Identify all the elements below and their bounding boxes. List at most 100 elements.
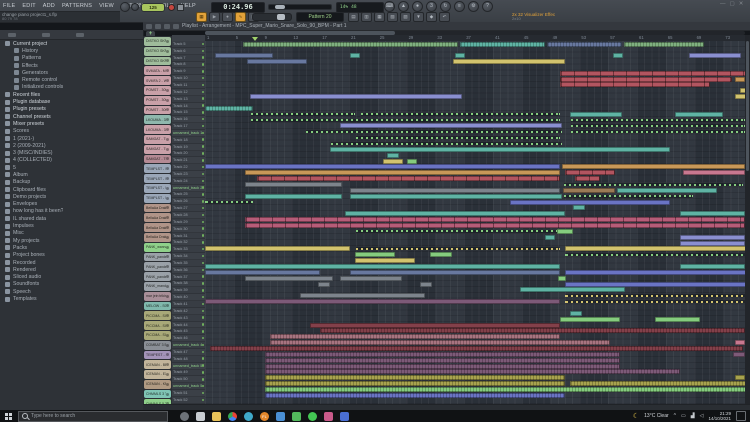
clip[interactable]: Mario 90 2 - Snare Solo 45 2 - Part 2	[560, 71, 745, 76]
clip[interactable]: Pattern: Ben Solo	[520, 287, 625, 292]
track-row[interactable]: Track 34	[172, 253, 205, 260]
clip[interactable]	[563, 188, 615, 193]
song-mode-toggle[interactable]: ▶	[209, 12, 220, 22]
vertical-scrollbar-thumb[interactable]	[746, 41, 749, 171]
clip[interactable]	[563, 194, 693, 199]
clip[interactable]	[250, 112, 355, 117]
volume-icon[interactable]: ◁	[700, 413, 704, 419]
clip[interactable]	[573, 205, 585, 210]
playlist-grid[interactable]: MPC_Super_Mario_Snare_Solo_90_BPMMPC_MAR…	[205, 41, 745, 404]
browser-sound-icon[interactable]	[76, 33, 84, 37]
picker-chip[interactable]: PANK_mandela_w	[144, 282, 171, 291]
clip[interactable]: ICEMAN - SUPER EDITS (EXT + CUT + DMGBOX…	[265, 387, 745, 392]
browser-item[interactable]: Project bones	[0, 252, 143, 259]
chip-mute-icon[interactable]	[166, 99, 169, 102]
chip-mute-icon[interactable]	[166, 324, 169, 327]
clip[interactable]	[305, 129, 562, 134]
menu-edit[interactable]: EDIT	[21, 3, 36, 9]
chip-mute-icon[interactable]	[166, 206, 169, 209]
picker-chip[interactable]: TEMPLST - SMOKE	[144, 164, 171, 173]
chip-mute-icon[interactable]	[166, 167, 169, 170]
browser-item[interactable]: Backup	[0, 179, 143, 186]
track-row[interactable]: Track 13	[172, 96, 205, 103]
clip[interactable]: COMBAT - 2006 Edition	[310, 323, 560, 328]
maximize-button[interactable]: ▢	[730, 1, 735, 7]
clip[interactable]	[735, 375, 745, 380]
master-pitch-knob[interactable]	[131, 3, 139, 11]
track-row[interactable]: Track 27	[172, 205, 205, 212]
track-row[interactable]: unnamed_track 51	[172, 363, 205, 370]
track-row[interactable]: Track 31	[172, 233, 205, 240]
android-icon[interactable]	[292, 412, 301, 421]
record-toggle[interactable]: ●	[222, 12, 233, 22]
clip[interactable]	[360, 112, 560, 117]
picker-chip[interactable]: SVMFA 2 - WTS	[144, 76, 171, 85]
menu-patterns[interactable]: PATTERNS	[61, 3, 93, 9]
track-row[interactable]: unnamed_track 54 (2)	[172, 383, 205, 390]
browser-item[interactable]: Channel presets	[0, 113, 143, 120]
clip[interactable]: Pattern 34	[683, 170, 745, 175]
clip[interactable]	[350, 188, 560, 193]
clip[interactable]: Best of 90 BPM Snares	[205, 246, 350, 251]
picker-chip[interactable]: DISTKO SKPS - WT 3	[144, 57, 171, 66]
cortana-icon[interactable]	[180, 412, 189, 421]
playlist-icon[interactable]: ▤	[348, 12, 359, 22]
track-row[interactable]: Track 6	[172, 48, 205, 55]
track-row[interactable]: Track 10	[172, 75, 205, 82]
browser-collapse-icon[interactable]	[8, 33, 16, 37]
pattern-selector[interactable]: Pattern 20	[296, 12, 344, 22]
track-row[interactable]: unnamed_track 48 (2)	[172, 342, 205, 349]
paint-icon[interactable]	[324, 412, 333, 421]
clip[interactable]: Pattern 8 - Snare tease	[453, 59, 565, 64]
playlist-menu-icon[interactable]	[146, 24, 152, 29]
track-row[interactable]: Track 35	[172, 260, 205, 267]
start-button[interactable]	[5, 413, 12, 420]
picker-chip[interactable]: BellaAa Drake 4 HYM	[144, 223, 171, 232]
clip[interactable]: COMBAT - COMBINED EDIT OF SNARE (EXT + L…	[320, 328, 745, 333]
picker-chip[interactable]: CHMMLS 3 TPK	[144, 390, 171, 399]
track-row[interactable]: Track 50	[172, 376, 205, 383]
track-row[interactable]: Track 45	[172, 328, 205, 335]
clip[interactable]: Pattern 5 - M2	[689, 53, 741, 58]
song-position-thumb[interactable]	[275, 5, 285, 9]
chip-mute-icon[interactable]	[166, 108, 169, 111]
clip[interactable]: Pattern 15	[245, 276, 333, 281]
draw-tool-icon[interactable]	[155, 24, 161, 29]
help-icon[interactable]: ?	[482, 1, 493, 12]
clip[interactable]: Pattern 20	[675, 112, 723, 117]
track-row[interactable]: unnamed_track 17 (2)	[172, 130, 205, 137]
menu-file[interactable]: FILE	[2, 3, 16, 9]
clip[interactable]: 34	[383, 159, 403, 164]
clip[interactable]: ICEMAN - EXTRA SOLOS 3 (EXT + CUT + DMGB…	[265, 381, 565, 386]
night-light-icon[interactable]: ☾	[633, 412, 639, 421]
chip-mute-icon[interactable]	[166, 246, 169, 249]
browser-item[interactable]: Clipboard files	[0, 186, 143, 193]
clip[interactable]: Pattern 77	[340, 276, 402, 281]
clip[interactable]	[565, 293, 745, 298]
browser-item[interactable]: Rendered	[0, 266, 143, 273]
clip[interactable]: MPC loop 2 (x14)	[257, 176, 560, 181]
clip[interactable]: Pattern 3 - tease	[680, 211, 745, 216]
chip-mute-icon[interactable]	[166, 373, 169, 376]
track-row[interactable]: Track 12	[172, 89, 205, 96]
track-row[interactable]: Track 22	[172, 164, 205, 171]
clip[interactable]: Pattern 2 - Last Jedi tease	[330, 147, 670, 152]
picker-chip[interactable]: POMST - 300 U GAS 3	[144, 106, 171, 115]
clip[interactable]	[545, 235, 555, 240]
browser-item[interactable]: Recorded	[0, 259, 143, 266]
clip[interactable]	[563, 182, 743, 187]
metronome-icon[interactable]: ▲	[398, 1, 409, 12]
clip[interactable]: Pattern 2x Snares 90	[680, 264, 745, 269]
clip[interactable]: Pattern BLK 2 - Part 2 - Korean workout	[340, 123, 562, 128]
track-row[interactable]: Track 41	[172, 301, 205, 308]
track-row[interactable]: Track 20	[172, 151, 205, 158]
clip[interactable]	[570, 381, 745, 386]
browser-item[interactable]: Patterns	[0, 55, 143, 62]
browser-item[interactable]: 3 (MISC/INDIES)	[0, 149, 143, 156]
clip[interactable]	[355, 135, 560, 140]
track-row[interactable]: Track 7	[172, 55, 205, 62]
clip[interactable]: Pattern 7	[355, 252, 395, 257]
chip-mute-icon[interactable]	[166, 353, 169, 356]
clip[interactable]: ICEMAN - BE MY KEMG 4 (EXT + CUT + DMGBO…	[265, 364, 620, 369]
picker-chip[interactable]: PANK_pandemonium_pt1	[144, 253, 171, 262]
